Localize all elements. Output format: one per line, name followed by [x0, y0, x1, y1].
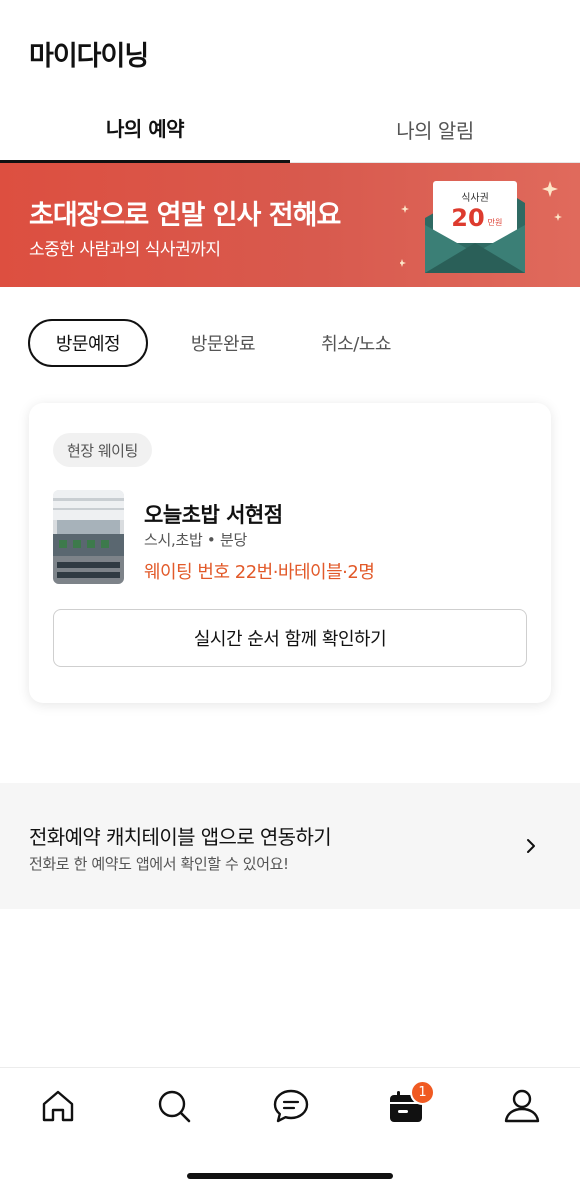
banner-subtitle: 소중한 사람과의 식사권까지 [29, 240, 221, 260]
ticket-label: 식사권 [461, 192, 489, 204]
page-title: 마이다이닝 [29, 41, 149, 72]
waiting-info: 웨이팅 번호 22번·바테이블·2명 [144, 562, 375, 583]
phone-reservation-link[interactable]: 전화예약 캐치테이블 앱으로 연동하기 전화로 한 예약도 앱에서 확인할 수 … [0, 783, 580, 909]
tab-my-reservations[interactable]: 나의 예약 [0, 95, 290, 163]
filter-cancelled[interactable]: 취소/노쇼 [296, 319, 416, 367]
promo-banner[interactable]: 초대장으로 연말 인사 전해요 소중한 사람과의 식사권까지 식사권 20 만원 [0, 163, 580, 287]
store-thumbnail [53, 490, 124, 584]
banner-title: 초대장으로 연말 인사 전해요 [29, 200, 341, 231]
ticket-unit: 만원 [488, 218, 503, 227]
ticket-amount: 20 [451, 204, 484, 232]
chat-icon[interactable] [271, 1086, 311, 1126]
envelope-ticket-icon: 식사권 20 만원 [400, 181, 562, 273]
link-subtitle: 전화로 한 예약도 앱에서 확인할 수 있어요! [29, 855, 289, 873]
profile-icon[interactable] [502, 1086, 542, 1126]
search-icon[interactable] [154, 1086, 194, 1126]
filter-completed[interactable]: 방문완료 [168, 319, 278, 367]
link-title: 전화예약 캐치테이블 앱으로 연동하기 [29, 825, 332, 849]
check-live-order-button[interactable]: 실시간 순서 함께 확인하기 [53, 609, 527, 667]
waiting-type-badge: 현장 웨이팅 [53, 433, 152, 467]
tab-bar: 나의 예약 나의 알림 [0, 95, 580, 163]
tab-my-notifications[interactable]: 나의 알림 [290, 95, 580, 163]
bottom-navigation: 1 [0, 1067, 580, 1191]
home-indicator [187, 1173, 393, 1179]
reservation-card[interactable]: 현장 웨이팅 오늘초밥 서현점 스시,초밥 • 분당 웨이팅 번호 22번·바테… [29, 403, 551, 703]
store-category: 스시,초밥 • 분당 [144, 531, 247, 549]
home-icon[interactable] [38, 1086, 78, 1126]
filter-upcoming[interactable]: 방문예정 [28, 319, 148, 367]
store-name: 오늘초밥 서현점 [144, 503, 283, 527]
chevron-right-icon [527, 839, 535, 853]
notification-count-badge: 1 [410, 1080, 435, 1105]
